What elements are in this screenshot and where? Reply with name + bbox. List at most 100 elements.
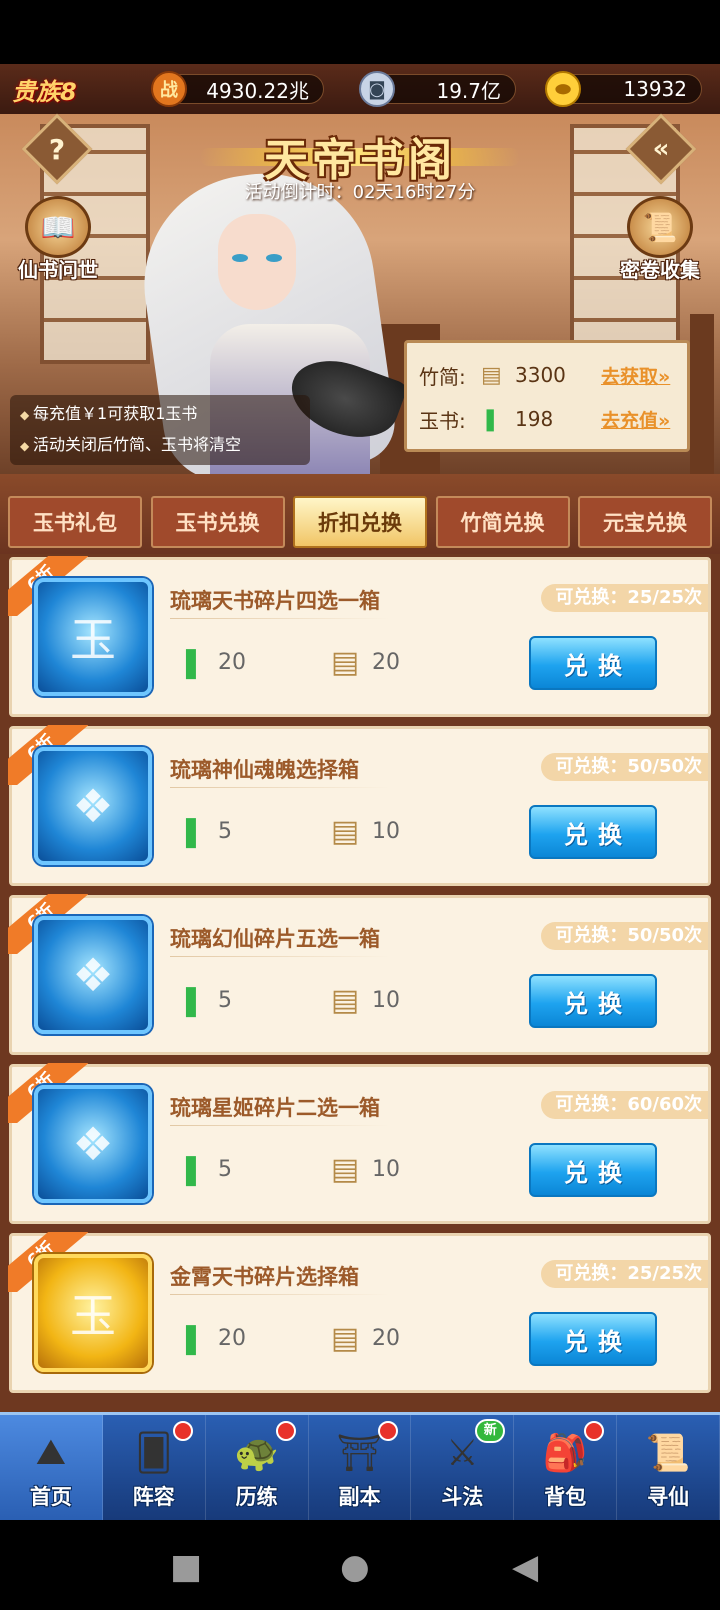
jade-book-icon: ❚	[178, 644, 204, 680]
tab-jade-gift[interactable]: 玉书礼包	[8, 496, 142, 548]
jade-value: 198	[515, 407, 554, 431]
jade-book-icon: ❚	[178, 1151, 204, 1187]
bamboo-cost: ▤ 20	[324, 1320, 400, 1356]
item-glyph: ❖	[72, 779, 114, 833]
tab-bar: 玉书礼包 玉书兑换 折扣兑换 竹简兑换 元宝兑换	[0, 474, 720, 554]
open-book-icon: 📖	[25, 196, 91, 258]
exchange-list[interactable]: 6折 玉 琉璃天书碎片四选一箱 可兑换：25/25次 ❚20 ▤20 兑换 6折…	[0, 554, 720, 1412]
quest-icon: 📜	[645, 1433, 691, 1474]
gold-value: 13932	[623, 77, 687, 101]
secret-scroll-button[interactable]: 📜 密卷收集	[612, 196, 708, 288]
notification-dot	[584, 1421, 605, 1441]
exchange-button[interactable]: 兑换	[529, 974, 657, 1028]
exchange-button[interactable]: 兑换	[529, 636, 657, 690]
exchange-button[interactable]: 兑换	[529, 1312, 657, 1366]
bamboo-cost-value: 20	[372, 649, 400, 675]
item-icon[interactable]: ❖	[34, 1085, 152, 1203]
back-triangle-icon[interactable]: ◀	[512, 1550, 538, 1584]
exchange-limit: 可兑换：50/50次	[541, 753, 708, 781]
nav-battle[interactable]: 新 ⚔ 斗法	[411, 1415, 515, 1520]
pillar	[690, 314, 714, 474]
bamboo-scroll-icon: ▤	[330, 644, 360, 680]
home-circle-icon[interactable]: ●	[340, 1550, 370, 1584]
jade-cost-value: 20	[218, 649, 246, 675]
jade-cost: ❚ 5	[170, 813, 232, 849]
nav-label: 阵容	[132, 1485, 175, 1509]
divider	[170, 956, 390, 957]
item-icon[interactable]: 玉	[34, 1254, 152, 1372]
nav-label: 副本	[338, 1485, 381, 1509]
bamboo-value: 3300	[515, 363, 566, 387]
item-glyph: 玉	[70, 1289, 116, 1343]
nav-label: 首页	[29, 1485, 72, 1509]
scroll-icon: 📜	[627, 196, 693, 258]
exchange-limit: 可兑换：25/25次	[541, 584, 708, 612]
exchange-item: 6折 玉 金霄天书碎片选择箱 可兑换：25/25次 ❚20 ▤20 兑换	[8, 1232, 711, 1393]
bamboo-scroll-icon: ▤	[330, 1151, 360, 1187]
recharge-link[interactable]: 去充值»	[601, 406, 670, 433]
exchange-button[interactable]: 兑换	[529, 805, 657, 859]
note-recharge: 每充值￥1可获取1玉书	[20, 399, 300, 430]
bamboo-scroll-icon: ▤	[481, 362, 502, 388]
resource-bar: 贵族8 战 4930.22兆 ◙ 19.7亿 ⬬ 13932	[0, 64, 720, 114]
tab-ingot-exchange[interactable]: 元宝兑换	[578, 496, 712, 548]
tab-jade-exchange[interactable]: 玉书兑换	[150, 496, 285, 548]
nav-training[interactable]: 🐢 历练	[206, 1415, 309, 1520]
combat-power-value: 4930.22兆	[206, 78, 309, 103]
exchange-limit: 可兑换：60/60次	[541, 1091, 708, 1119]
bamboo-cost-value: 10	[372, 818, 400, 844]
tab-discount-exchange[interactable]: 折扣兑换	[293, 496, 427, 548]
bamboo-cost: ▤ 10	[324, 982, 400, 1018]
notification-dot	[275, 1421, 296, 1441]
nav-home[interactable]: ⛰ 首页	[0, 1415, 103, 1520]
home-icon: ⛰	[35, 1432, 67, 1473]
jade-row: 玉书: ❚ 198 去充值»	[419, 397, 675, 441]
exchange-item: 6折 ❖ 琉璃幻仙碎片五选一箱 可兑换：50/50次 ❚5 ▤10 兑换	[8, 894, 711, 1055]
vip-level[interactable]: 贵族8	[12, 72, 152, 107]
item-icon[interactable]: ❖	[34, 916, 152, 1034]
bamboo-scroll-icon: ▤	[330, 1320, 360, 1356]
jade-book-icon: ❚	[481, 406, 500, 432]
note-clear: 活动关闭后竹简、玉书将清空	[20, 430, 300, 461]
nav-label: 背包	[544, 1485, 587, 1509]
notification-dot	[172, 1421, 193, 1441]
exchange-item: 6折 ❖ 琉璃星姬碎片二选一箱 可兑换：60/60次 ❚5 ▤10 兑换	[8, 1063, 711, 1224]
bottom-nav: ⛰ 首页 🂠 阵容 🐢 历练 ⛩ 副本 新 ⚔ 斗法 🎒 背包 📜 寻仙	[0, 1412, 720, 1520]
back-arrow-icon: «	[652, 134, 670, 164]
nav-label: 寻仙	[647, 1485, 690, 1509]
nav-bag[interactable]: 🎒 背包	[514, 1415, 618, 1520]
bamboo-scroll-icon: ▤	[330, 982, 360, 1018]
nav-dungeon[interactable]: ⛩ 副本	[309, 1415, 412, 1520]
jade-label: 玉书:	[419, 408, 466, 433]
divider	[170, 618, 390, 619]
nav-quest[interactable]: 📜 寻仙	[617, 1415, 720, 1520]
exchange-button[interactable]: 兑换	[529, 1143, 657, 1197]
immortal-book-button[interactable]: 📖 仙书问世	[10, 196, 106, 288]
jade-cost-value: 20	[218, 1325, 246, 1351]
nav-label: 斗法	[441, 1485, 484, 1509]
help-icon: ?	[48, 132, 66, 166]
recents-icon[interactable]: ■	[170, 1550, 202, 1584]
exchange-item: 6折 ❖ 琉璃神仙魂魄选择箱 可兑换：50/50次 ❚5 ▤10 兑换	[8, 725, 711, 886]
item-name: 琉璃神仙魂魄选择箱	[170, 758, 359, 782]
currency-panel: 竹简: ▤ 3300 去获取» 玉书: ❚ 198 去充值»	[404, 340, 690, 452]
item-icon[interactable]: 玉	[34, 578, 152, 696]
item-glyph: 玉	[70, 613, 116, 667]
jade-cost-value: 5	[218, 987, 232, 1013]
bamboo-cost: ▤ 20	[324, 644, 400, 680]
exchange-limit: 可兑换：25/25次	[541, 1260, 708, 1288]
secret-scroll-label: 密卷收集	[620, 258, 700, 282]
bamboo-label: 竹简:	[419, 364, 466, 389]
jade-cost: ❚ 5	[170, 982, 232, 1018]
system-navigation-bar: ■ ● ◀	[0, 1520, 720, 1610]
item-icon[interactable]: ❖	[34, 747, 152, 865]
item-glyph: ❖	[72, 1117, 114, 1171]
jade-cost: ❚ 5	[170, 1151, 232, 1187]
get-bamboo-link[interactable]: 去获取»	[601, 362, 670, 389]
item-name: 琉璃天书碎片四选一箱	[170, 589, 380, 613]
face	[218, 214, 296, 310]
nav-lineup[interactable]: 🂠 阵容	[103, 1415, 206, 1520]
tab-bamboo-exchange[interactable]: 竹简兑换	[435, 496, 570, 548]
eye	[266, 254, 282, 262]
bamboo-cost-value: 20	[372, 1325, 400, 1351]
